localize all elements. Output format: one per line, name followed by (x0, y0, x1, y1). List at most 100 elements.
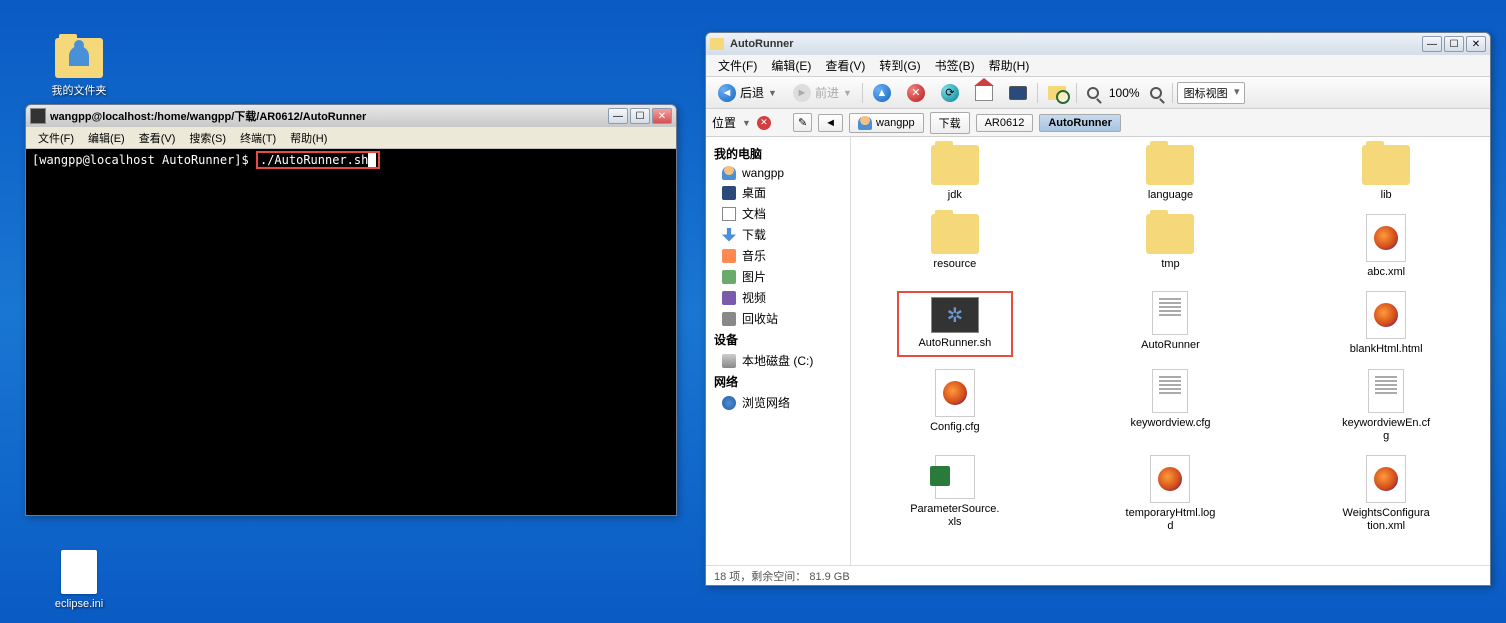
menu-view[interactable]: 查看(V) (819, 55, 871, 76)
script-icon (931, 297, 979, 333)
cfg-icon (1368, 369, 1404, 413)
zoom-in-button[interactable] (1144, 81, 1168, 105)
file-autorunner[interactable]: AutoRunner (1125, 291, 1215, 356)
video-icon (722, 291, 736, 305)
path-autorunner[interactable]: AutoRunner (1039, 114, 1121, 132)
forward-icon: ► (793, 84, 811, 102)
view-mode-select[interactable]: 图标视图 (1177, 82, 1245, 104)
stop-icon: ✕ (907, 84, 925, 102)
log-icon (1150, 455, 1190, 503)
sidebar-item-local-disk[interactable]: 本地磁盘 (C:) (706, 350, 850, 371)
document-icon (722, 207, 736, 221)
menu-edit[interactable]: 编辑(E) (82, 128, 131, 148)
maximize-button[interactable]: ☐ (630, 108, 650, 124)
fm-content[interactable]: jdk language lib resource tmp abc.xml Au… (851, 137, 1490, 565)
maximize-button[interactable]: ☐ (1444, 36, 1464, 52)
reload-button[interactable]: ⟳ (935, 81, 965, 105)
terminal-cursor (368, 153, 376, 167)
cfg-icon (935, 369, 975, 417)
path-download[interactable]: 下载 (930, 112, 970, 134)
up-button[interactable]: ▲ (867, 81, 897, 105)
close-button[interactable]: ✕ (652, 108, 672, 124)
chevron-down-icon: ▼ (768, 88, 777, 98)
menu-view[interactable]: 查看(V) (133, 128, 182, 148)
file-configcfg[interactable]: Config.cfg (910, 369, 1000, 443)
path-user[interactable]: wangpp (849, 113, 924, 133)
file-autorunner-sh[interactable]: AutoRunner.sh (897, 291, 1013, 356)
folder-icon (1362, 145, 1410, 185)
back-icon: ◄ (718, 84, 736, 102)
xls-icon (935, 455, 975, 499)
menu-help[interactable]: 帮助(H) (983, 55, 1036, 76)
back-button[interactable]: ◄ 后退 ▼ (712, 81, 783, 105)
minimize-button[interactable]: — (608, 108, 628, 124)
separator (862, 83, 863, 103)
terminal-titlebar[interactable]: wangpp@localhost:/home/wangpp/下载/AR0612/… (26, 105, 676, 127)
chevron-down-icon[interactable]: ▼ (742, 118, 751, 128)
path-ar0612[interactable]: AR0612 (976, 114, 1034, 132)
zoom-out-button[interactable] (1081, 81, 1105, 105)
pictures-icon (722, 270, 736, 284)
computer-button[interactable] (1003, 81, 1033, 105)
download-icon (722, 228, 736, 242)
file-weightsconfig[interactable]: WeightsConfiguration.xml (1341, 455, 1431, 533)
sidebar-item-pictures[interactable]: 图片 (706, 266, 850, 287)
sidebar-item-music[interactable]: 音乐 (706, 245, 850, 266)
minimize-button[interactable]: — (1422, 36, 1442, 52)
separator (1172, 83, 1173, 103)
folder-icon (931, 214, 979, 254)
fm-titlebar[interactable]: AutoRunner — ☐ ✕ (706, 33, 1490, 55)
menu-file[interactable]: 文件(F) (712, 55, 763, 76)
menu-help[interactable]: 帮助(H) (284, 128, 333, 148)
file-lib[interactable]: lib (1341, 145, 1431, 202)
file-temporaryhtml[interactable]: temporaryHtml.logd (1125, 455, 1215, 533)
terminal-body[interactable]: [wangpp@localhost AutoRunner]$ ./AutoRun… (26, 149, 676, 515)
path-edit-toggle[interactable]: ✎ (793, 113, 812, 132)
menu-terminal[interactable]: 终端(T) (234, 128, 282, 148)
forward-button[interactable]: ► 前进 ▼ (787, 81, 858, 105)
fm-statusbar: 18 项，剩余空间： 81.9 GB (706, 565, 1490, 585)
sidebar-item-browse-network[interactable]: 浏览网络 (706, 392, 850, 413)
reload-icon: ⟳ (941, 84, 959, 102)
fm-toolbar: ◄ 后退 ▼ ► 前进 ▼ ▲ ✕ ⟳ 100% 图标视图 (706, 77, 1490, 109)
trash-icon (722, 312, 736, 326)
music-icon (722, 249, 736, 263)
file-manager-window: AutoRunner — ☐ ✕ 文件(F) 编辑(E) 查看(V) 转到(G)… (705, 32, 1491, 586)
terminal-title: wangpp@localhost:/home/wangpp/下载/AR0612/… (50, 108, 608, 124)
search-button[interactable] (1042, 81, 1072, 105)
desktop-my-folder[interactable]: 我的文件夹 (44, 38, 114, 98)
file-tmp[interactable]: tmp (1125, 214, 1215, 279)
menu-search[interactable]: 搜索(S) (183, 128, 232, 148)
html-icon (1366, 291, 1406, 339)
sidebar-item-trash[interactable]: 回收站 (706, 308, 850, 329)
search-icon (1048, 86, 1066, 100)
file-parametersource[interactable]: ParameterSource.xls (910, 455, 1000, 533)
file-keywordviewen[interactable]: keywordviewEn.cfg (1341, 369, 1431, 443)
sidebar-item-desktop[interactable]: 桌面 (706, 182, 850, 203)
menu-bookmarks[interactable]: 书签(B) (929, 55, 981, 76)
sidebar-item-user[interactable]: wangpp (706, 164, 850, 182)
menu-edit[interactable]: 编辑(E) (765, 55, 817, 76)
file-keywordview[interactable]: keywordview.cfg (1125, 369, 1215, 443)
menu-go[interactable]: 转到(G) (873, 55, 926, 76)
home-button[interactable] (969, 81, 999, 105)
desktop-eclipse-ini[interactable]: eclipse.ini (44, 550, 114, 610)
folder-icon (1146, 145, 1194, 185)
file-language[interactable]: language (1125, 145, 1215, 202)
stop-button[interactable]: ✕ (901, 81, 931, 105)
file-resource[interactable]: resource (910, 214, 1000, 279)
fm-body: 我的电脑 wangpp 桌面 文档 下载 音乐 图片 视频 回收站 设备 本地磁… (706, 137, 1490, 565)
separator (1037, 83, 1038, 103)
desktop-icon-label: eclipse.ini (44, 598, 114, 610)
sidebar-item-docs[interactable]: 文档 (706, 203, 850, 224)
sidebar-item-video[interactable]: 视频 (706, 287, 850, 308)
home-icon (975, 85, 993, 101)
menu-file[interactable]: 文件(F) (32, 128, 80, 148)
file-abcxml[interactable]: abc.xml (1341, 214, 1431, 279)
path-back-arrow[interactable]: ◄ (818, 114, 843, 132)
file-jdk[interactable]: jdk (910, 145, 1000, 202)
close-button[interactable]: ✕ (1466, 36, 1486, 52)
clear-location-button[interactable]: ✕ (757, 116, 771, 130)
file-blankhtml[interactable]: blankHtml.html (1341, 291, 1431, 356)
sidebar-item-download[interactable]: 下载 (706, 224, 850, 245)
